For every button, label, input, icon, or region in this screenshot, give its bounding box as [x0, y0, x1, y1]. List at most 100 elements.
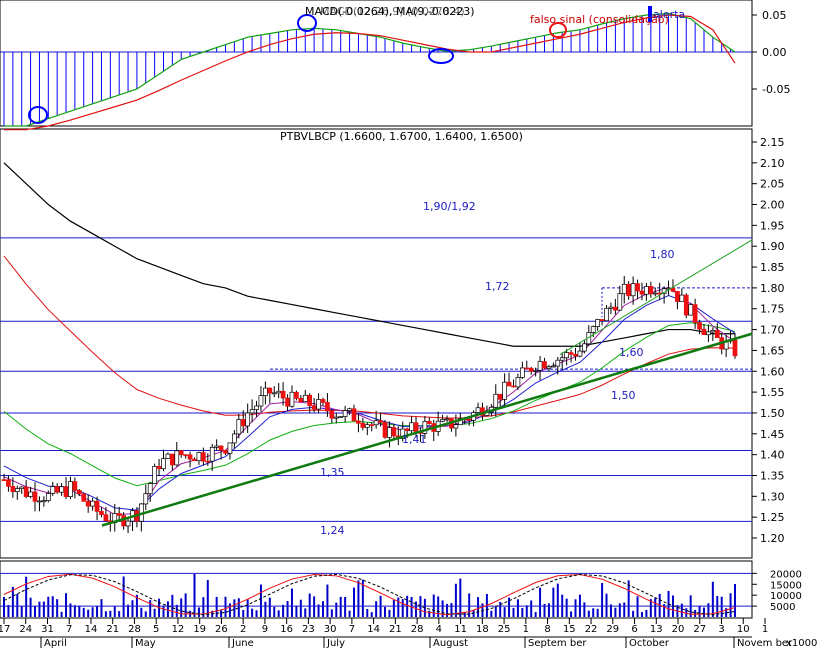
x-day-label: 14: [85, 624, 98, 635]
candle-body: [90, 500, 95, 507]
candle-body: [14, 488, 20, 493]
candle-body: [147, 483, 153, 495]
candle-body: [577, 350, 583, 357]
candle-body: [546, 366, 552, 369]
x-day-label: 1: [762, 624, 768, 635]
candle-body: [613, 306, 618, 311]
candle-body: [732, 339, 738, 357]
candle-body: [688, 304, 694, 316]
candle-body: [85, 500, 91, 507]
candle-body: [72, 481, 78, 491]
candle-body: [639, 290, 645, 295]
candle-body: [28, 491, 33, 497]
x-day-label: 29: [606, 624, 619, 635]
candle-body: [280, 390, 286, 399]
candle-body: [360, 422, 366, 428]
candle-body: [559, 357, 565, 361]
candle-body: [404, 428, 410, 432]
macd-tick-label: 0.05: [762, 9, 787, 22]
candle-body: [99, 511, 104, 515]
level-label-192: 1,90/1,92: [423, 200, 476, 213]
candle-body: [59, 486, 64, 493]
candle-body: [32, 491, 38, 502]
candle-body: [555, 359, 561, 367]
candle-body: [311, 405, 317, 410]
candle-body: [161, 458, 166, 470]
candle-body: [276, 390, 282, 394]
candle-body: [644, 286, 649, 295]
candle-body: [54, 486, 60, 493]
candle-body: [466, 419, 472, 421]
chart-root: 2.15 2.10 2.05 2.00 1.95 1.90 1.85 1.80 1.75 1.70…: [0, 0, 833, 648]
candle-body: [103, 514, 109, 522]
x-day-label: 5: [153, 624, 159, 635]
candle-body: [152, 466, 157, 484]
x-day-label: 19: [193, 624, 206, 635]
candle-body: [524, 367, 530, 370]
x-month-label: July: [326, 638, 345, 648]
price-tick-label: 1.60: [760, 365, 785, 378]
x-day-label: 23: [302, 624, 315, 635]
x-day-label: 18: [476, 624, 489, 635]
candle-body: [444, 418, 450, 421]
x-day-label: 13: [650, 624, 663, 635]
candle-body: [68, 481, 73, 498]
candle-body: [493, 393, 499, 408]
x-day-label: 8: [544, 624, 550, 635]
price-tick-label: 1.35: [760, 469, 785, 482]
level-label-160: 1,60: [619, 346, 644, 359]
candle-body: [232, 433, 237, 444]
candle-body: [174, 450, 180, 466]
candle-body: [45, 493, 51, 502]
macd-tick-label: -0.05: [762, 83, 790, 96]
candle-body: [568, 352, 574, 355]
candle-body: [630, 283, 636, 297]
candle-body: [342, 410, 348, 417]
candle-body: [599, 319, 605, 322]
candle-body: [183, 454, 188, 457]
candle-body: [338, 416, 344, 418]
candle-body: [364, 424, 370, 428]
candle-body: [249, 409, 255, 414]
level-label-172: 1,72: [485, 280, 510, 293]
candle-body: [240, 419, 246, 427]
candle-body: [192, 458, 197, 462]
x-day-label: 27: [693, 624, 706, 635]
candle-body: [706, 331, 711, 336]
candle-body: [511, 385, 516, 388]
x-day-label: 9: [262, 624, 268, 635]
candle-body: [316, 399, 321, 410]
x-month-label: April: [44, 638, 67, 648]
candle-body: [582, 343, 587, 352]
level-label-141: 1,41: [402, 433, 427, 446]
x-day-label: 24: [19, 624, 32, 635]
candle-body: [551, 365, 556, 368]
candle-body: [263, 387, 268, 397]
candle-body: [426, 421, 432, 424]
candle-body: [573, 353, 578, 357]
candle-body: [502, 381, 507, 400]
candle-body: [701, 328, 707, 336]
candle-body: [347, 408, 352, 411]
candle-body: [289, 391, 295, 407]
price-tick-label: 1.95: [760, 219, 785, 232]
price-tick-label: 1.85: [760, 261, 785, 274]
x-day-label: 31: [41, 624, 54, 635]
candle-body: [178, 450, 184, 456]
candle-body: [258, 395, 264, 407]
candle-body: [143, 493, 149, 505]
candle-body: [635, 283, 640, 292]
price-tick-label: 2.00: [760, 199, 785, 212]
candle-body: [675, 290, 680, 302]
candle-body: [409, 422, 414, 432]
candle-body: [497, 393, 503, 400]
candle-body: [76, 490, 82, 495]
x-day-label: 28: [411, 624, 424, 635]
candle-body: [369, 424, 375, 427]
level-label-180: 1,80: [650, 248, 675, 261]
candle-body: [170, 453, 175, 466]
macd-title-overlay: MACD(12,26,9) (0.0278 4): [320, 5, 465, 18]
candle-body: [626, 283, 632, 297]
false-signal-annotation: falso sinal (consolidação): [530, 13, 669, 26]
candle-body: [267, 387, 273, 394]
